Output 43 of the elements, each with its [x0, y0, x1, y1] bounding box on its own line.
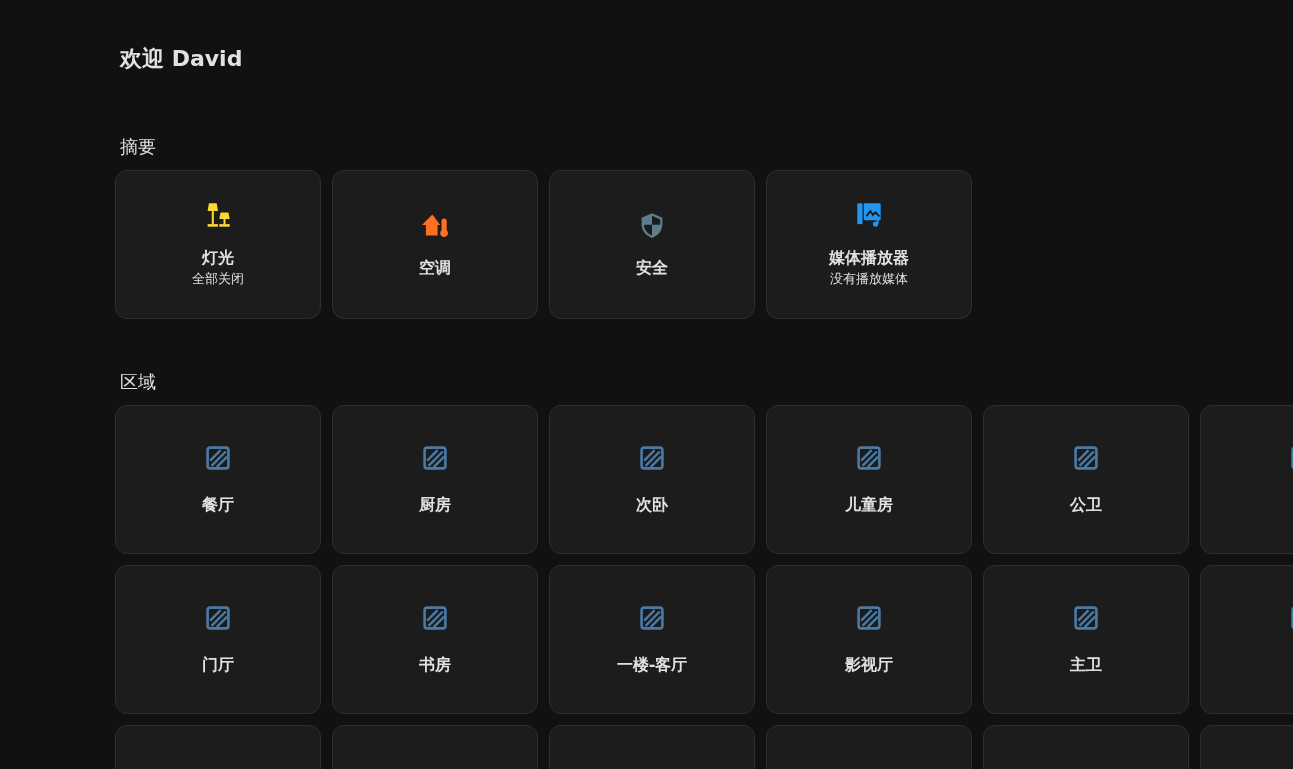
- card-subtitle: 没有播放媒体: [830, 269, 908, 288]
- card-title: 厨房: [419, 494, 451, 515]
- card-title: 主卫: [1070, 654, 1102, 675]
- summary-card[interactable]: 媒体播放器 没有播放媒体: [766, 170, 972, 319]
- card-title: 儿童房: [845, 494, 893, 515]
- card-title: 次卧: [636, 494, 668, 515]
- area-card[interactable]: 厨房: [332, 405, 538, 554]
- hatched-square-icon: [856, 604, 882, 631]
- hatched-square-icon: [639, 444, 665, 471]
- section-heading: 区域: [120, 370, 157, 394]
- area-card[interactable]: 门厅: [115, 565, 321, 714]
- section-heading: 摘要: [120, 135, 157, 159]
- hatched-square-icon: [422, 444, 448, 471]
- card-title: 影视厅: [845, 654, 893, 675]
- card-title: 门厅: [202, 654, 234, 675]
- card-title: 空调: [419, 257, 451, 278]
- card-title: 安全: [636, 257, 668, 278]
- area-card[interactable]: 儿童房: [766, 405, 972, 554]
- area-card[interactable]: 餐厅: [115, 405, 321, 554]
- card-title: 一楼-客厅: [616, 654, 688, 675]
- area-card[interactable]: 一楼-客厅: [549, 565, 755, 714]
- hatched-square-icon: [205, 444, 231, 471]
- hatched-square-icon: [1073, 604, 1099, 631]
- hatched-square-icon: [856, 444, 882, 471]
- card-title: 媒体播放器: [829, 247, 909, 268]
- area-card[interactable]: 主卫: [983, 565, 1189, 714]
- area-card[interactable]: 公卫: [983, 405, 1189, 554]
- area-card[interactable]: 书房: [332, 565, 538, 714]
- summary-card[interactable]: 灯光 全部关闭: [115, 170, 321, 319]
- summary-card[interactable]: 空调: [332, 170, 538, 319]
- card-title: 公卫: [1070, 494, 1102, 515]
- area-card[interactable]: 次卧: [549, 405, 755, 554]
- card-title: 餐厅: [202, 494, 234, 515]
- card-title: 书房: [419, 654, 451, 675]
- card-title: 灯光: [202, 247, 234, 268]
- summary-card[interactable]: 安全: [549, 170, 755, 319]
- hatched-square-icon: [1073, 444, 1099, 471]
- area-card[interactable]: 影视厅: [766, 565, 972, 714]
- greeting-title: 欢迎 David: [120, 45, 244, 73]
- hatched-square-icon: [422, 604, 448, 631]
- hatched-square-icon: [205, 604, 231, 631]
- card-subtitle: 全部关闭: [192, 269, 244, 288]
- hatched-square-icon: [639, 604, 665, 631]
